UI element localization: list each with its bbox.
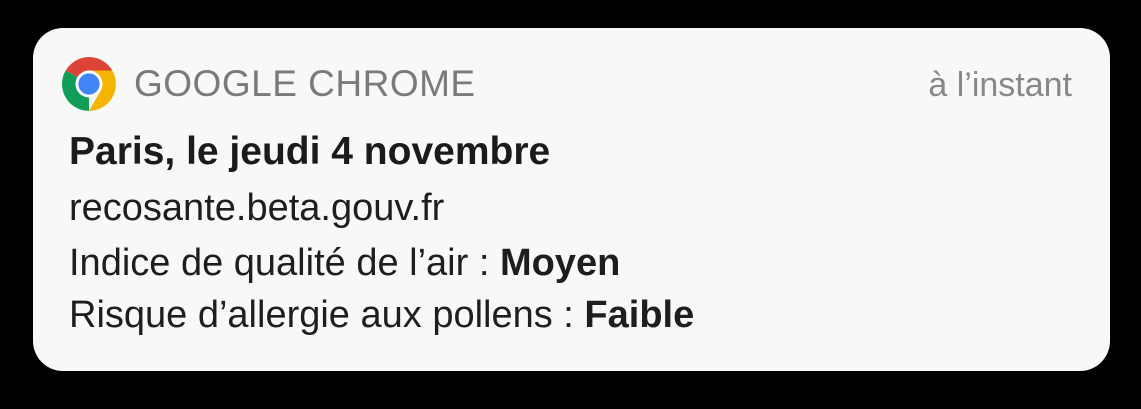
app-name: GOOGLE CHROME [134, 63, 476, 104]
notification-title: Paris, le jeudi 4 novembre [69, 130, 551, 173]
air-quality-label: Indice de qualité de l’air : [69, 242, 500, 284]
notification-timestamp: à l’instant [928, 66, 1072, 104]
air-quality-value: Moyen [499, 242, 621, 284]
chrome-logo-icon [62, 57, 116, 111]
pollen-risk-label: Risque d’allergie aux pollens : [69, 294, 585, 336]
air-quality-line: Indice de qualité de l’air : Moyen [69, 240, 620, 286]
pollen-risk-line: Risque d’allergie aux pollens : Faible [69, 292, 694, 338]
notification-source: recosante.beta.gouv.fr [69, 187, 445, 229]
pollen-risk-value: Faible [584, 294, 695, 336]
chrome-notification[interactable]: GOOGLE CHROME à l’instant Paris, le jeud… [33, 28, 1110, 371]
